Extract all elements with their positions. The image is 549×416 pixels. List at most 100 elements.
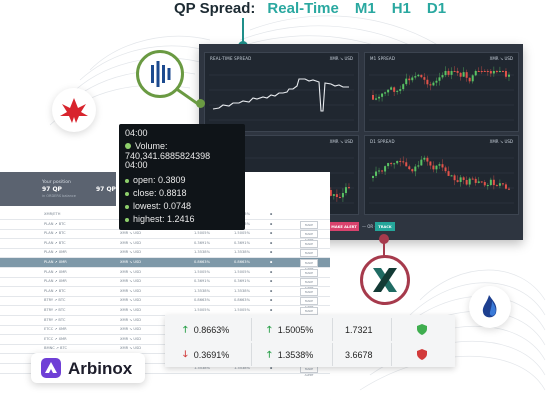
- candle-body: [402, 84, 405, 90]
- candle-body: [453, 71, 456, 72]
- bullet-icon: [125, 218, 129, 222]
- candle-body: [489, 71, 492, 74]
- table-row[interactable]: PLAN ↗ BTC XMR ↘ USD 1.3538% 1.3538% ▪ MAKE A…: [0, 287, 330, 300]
- candle-body: [332, 194, 335, 196]
- candle-body: [372, 95, 374, 100]
- candle-body: [468, 178, 471, 185]
- make-alert-button[interactable]: MAKE ALERT: [300, 230, 318, 242]
- candle-body: [423, 157, 426, 160]
- table-row[interactable]: PLAN ↗ BTC XMR ↘ USD 1.5005% 1.5005% ▪ MAKE A…: [0, 229, 330, 242]
- tooltip-volume: Volume: 740,341.6885824398: [125, 141, 245, 161]
- shield-icon: [417, 324, 427, 335]
- rates-row[interactable]: 🡑 0.8663% 🡑 1.5005% 1.7321: [165, 318, 455, 341]
- spread-header-label: QP Spread:: [174, 0, 256, 17]
- candle-body: [456, 71, 459, 73]
- change-cell: 0.8663%: [194, 298, 210, 303]
- candle-body: [471, 75, 474, 82]
- candle-body: [408, 78, 411, 81]
- change-cell-secondary: 0.8663%: [234, 260, 250, 264]
- candle-body: [507, 188, 510, 190]
- position-summary: Your position 97 QP in ORDERS balance 97…: [0, 172, 116, 206]
- candle-body: [459, 177, 462, 182]
- change-cell: 0.3691%: [194, 279, 210, 284]
- make-alert-button[interactable]: MAKE ALERT: [300, 268, 318, 281]
- make-alert-button[interactable]: MAKE ALERT: [300, 220, 318, 233]
- pair-cell: PLAN ↗ XMR: [44, 260, 67, 264]
- square-icon: ▪: [270, 260, 273, 264]
- arbinox-mark-icon: [41, 358, 61, 378]
- rate-cell: XMR ↘ USD: [120, 279, 142, 284]
- candle-body: [438, 77, 441, 81]
- pair-cell: BTRY ↗ BTC: [44, 298, 66, 303]
- option-d1[interactable]: D1: [427, 0, 446, 17]
- arrow-up-icon: 🡑: [183, 323, 188, 334]
- exchange-logo-red: [52, 88, 96, 132]
- candle-body: [393, 163, 396, 165]
- track-button[interactable]: TRACK: [375, 222, 395, 231]
- rates-row[interactable]: 🡓 0.3691% 🡑 1.3538% 3.6678: [165, 343, 455, 366]
- option-h1[interactable]: H1: [392, 0, 411, 17]
- candle-body: [329, 190, 332, 196]
- candle-body: [450, 71, 453, 75]
- table-row[interactable]: PLAN ↗ XMR XMR ↘ USD 0.8663% 0.8663% ▪ MAKE A…: [0, 258, 330, 271]
- candle-body: [453, 175, 456, 181]
- candle-body: [468, 77, 471, 82]
- change-cell-secondary: 1.5005%: [234, 269, 250, 274]
- candle-body: [384, 166, 387, 172]
- make-alert-button[interactable]: MAKE ALERT: [300, 239, 318, 252]
- make-alert-button[interactable]: MAKE ALERT: [300, 287, 318, 300]
- table-row[interactable]: PLAN ↗ XMR XMR ↘ USD 1.3538% 1.3538% ▪ MAKE A…: [0, 248, 330, 261]
- table-row[interactable]: PLAN ↗ XMR XMR ↘ USD 0.3691% 0.3691% ▪ MAKE A…: [0, 277, 330, 290]
- table-row[interactable]: PLAN ↗ BTC XMR ↘ USD 0.3691% 0.3691% ▪ MAKE A…: [0, 239, 330, 252]
- change-cell-secondary: 0.8663%: [234, 298, 250, 303]
- candle-body: [381, 93, 384, 97]
- candle-body: [447, 71, 450, 75]
- candle-body: [483, 182, 486, 186]
- candle-body: [507, 74, 510, 77]
- panel-m1[interactable]: M1 SPREAD XMR ↘ USD: [364, 52, 519, 132]
- candle-body: [426, 157, 429, 162]
- x-logo-icon: [373, 268, 397, 292]
- panel-pair: XMR ↘ USD: [329, 56, 353, 61]
- candle-body: [441, 164, 444, 168]
- panel-d1[interactable]: D1 SPREAD XMR ↘ USD: [364, 135, 519, 215]
- panel-title: D1 SPREAD: [370, 139, 395, 144]
- make-alert-button[interactable]: MAKE ALERT: [300, 307, 318, 319]
- price-value: 3.6678: [345, 349, 373, 360]
- arrow-down-icon: 🡓: [183, 348, 188, 359]
- make-alert-button[interactable]: MAKE ALERT: [300, 249, 318, 261]
- pair-cell: ETCC ↗ XMR: [44, 336, 67, 341]
- exchange-connector-line: [383, 240, 385, 256]
- table-row[interactable]: PLAN ↗ XMR XMR ↘ USD 1.5005% 1.5005% ▪ MAKE A…: [0, 268, 330, 281]
- brand-name: Arbinox: [68, 359, 133, 378]
- option-m1[interactable]: M1: [355, 0, 376, 17]
- pair-cell: PLAN ↗ BTC: [44, 231, 66, 236]
- square-icon: ▪: [270, 212, 273, 216]
- candle-body: [399, 89, 402, 91]
- make-alert-button[interactable]: MAKE ALERT: [300, 278, 318, 290]
- change-cell: 0.3691%: [194, 240, 210, 245]
- candle-body: [414, 166, 417, 172]
- candle-body: [387, 89, 390, 93]
- arrow-up-icon: 🡑: [267, 323, 272, 334]
- make-alert-button[interactable]: MAKE ALERT: [300, 259, 318, 271]
- change-cell: 1.5005%: [194, 308, 210, 312]
- candle-body: [399, 160, 402, 162]
- connector-line: [242, 18, 244, 42]
- candle-body: [444, 71, 447, 76]
- make-alert-button[interactable]: MAKE ALERT: [300, 297, 318, 309]
- candle-body: [498, 71, 501, 73]
- candle-body: [341, 193, 344, 198]
- candle-body: [426, 79, 429, 85]
- panel-pair: XMR ↘ USD: [489, 56, 513, 61]
- spread-indicator-badge: [136, 50, 184, 98]
- exchange-badge-x: [360, 255, 410, 305]
- candle-body: [417, 165, 420, 167]
- option-real-time[interactable]: Real-Time: [267, 0, 338, 17]
- table-row[interactable]: BTRY ↗ BTC XMR ↘ USD 0.8663% 0.8663% ▪ MAKE A…: [0, 296, 330, 309]
- pair-cell: BMNC ↗ BTC: [44, 346, 68, 351]
- rate-value: 0.8663%: [193, 324, 230, 335]
- panel-real-time[interactable]: REAL-TIME SPREAD XMR ↘ USD: [204, 52, 359, 132]
- candle-body: [372, 175, 374, 178]
- make-alert-button[interactable]: MAKE ALERT: [329, 222, 359, 231]
